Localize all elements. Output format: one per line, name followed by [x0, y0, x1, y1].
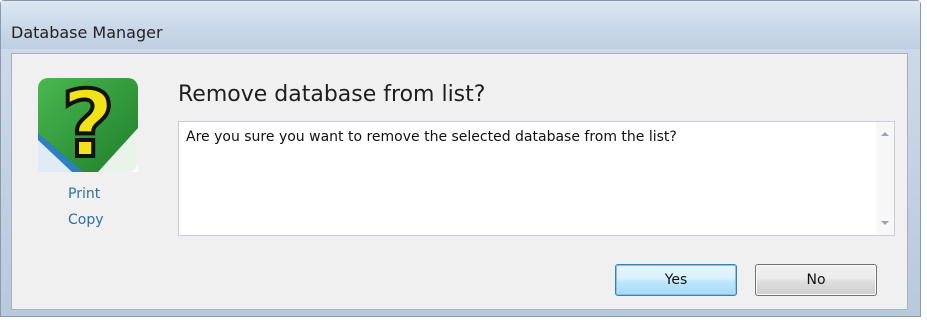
message-text: Are you sure you want to remove the sele… — [186, 129, 677, 145]
title-bar[interactable]: Database Manager — [1, 1, 920, 49]
dialog-heading: Remove database from list? — [178, 82, 486, 107]
copy-link[interactable]: Copy — [68, 212, 104, 228]
window-title: Database Manager — [11, 23, 163, 42]
message-textbox[interactable]: Are you sure you want to remove the sele… — [178, 121, 895, 236]
scroll-down-icon[interactable] — [881, 221, 889, 225]
svg-text:?: ? — [61, 78, 114, 172]
dialog-window: Database Manager ? Print Copy Remove dat… — [0, 0, 921, 317]
yes-button[interactable]: Yes — [615, 264, 737, 296]
no-button[interactable]: No — [755, 264, 877, 296]
dialog-content: ? Print Copy Remove database from list? … — [11, 53, 908, 310]
message-scrollbar[interactable] — [876, 122, 894, 235]
question-mark-icon: ? — [38, 78, 138, 172]
print-link[interactable]: Print — [68, 186, 100, 202]
scroll-up-icon[interactable] — [881, 132, 889, 136]
